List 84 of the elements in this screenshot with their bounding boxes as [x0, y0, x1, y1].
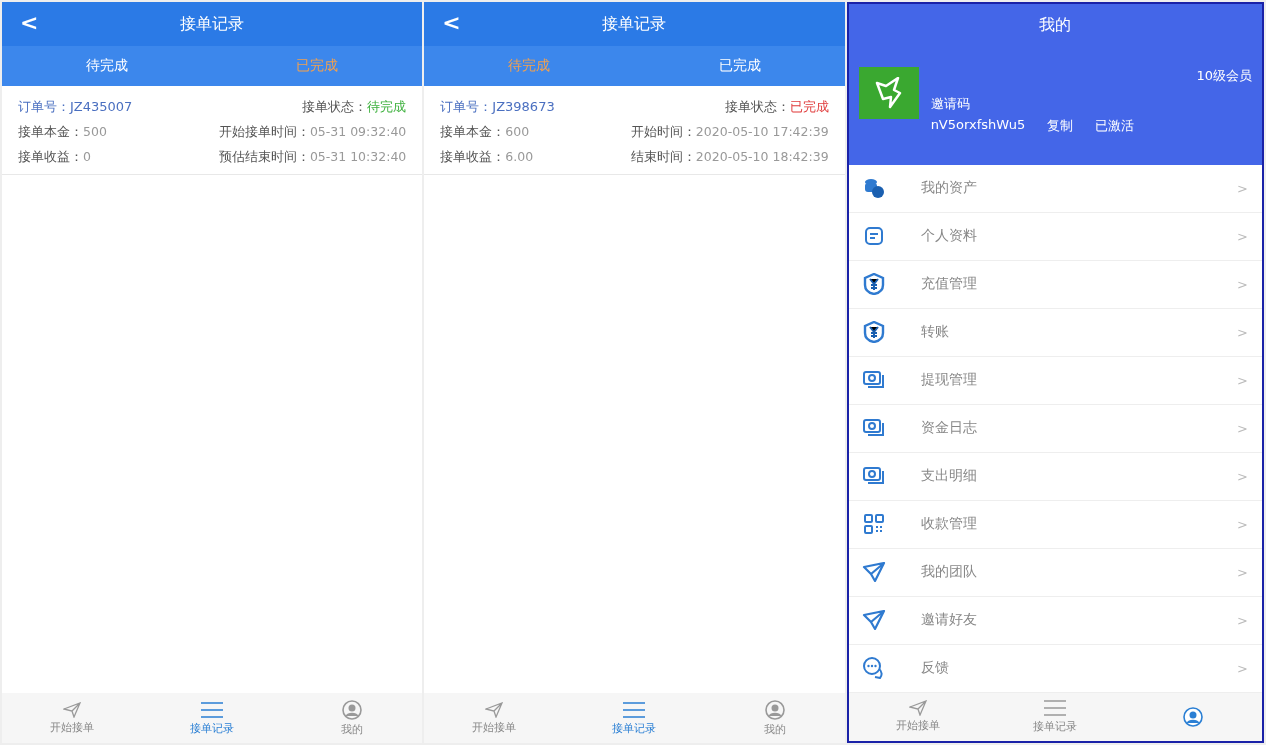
- nav-tab[interactable]: 我的: [704, 699, 845, 737]
- field-label: 开始时间：: [630, 124, 696, 139]
- field-label: 接单收益：: [440, 149, 506, 164]
- chevron-icon: >: [1237, 372, 1248, 388]
- nav-tab[interactable]: 接单记录: [142, 700, 283, 736]
- back-button[interactable]: <: [438, 10, 465, 35]
- menu-item[interactable]: 资金日志 >: [848, 404, 1262, 453]
- menu-item[interactable]: 提现管理 >: [848, 356, 1262, 405]
- menu-item[interactable]: 邀请好友 >: [848, 596, 1262, 645]
- cash-icon: [861, 370, 886, 391]
- page-title: 我的: [1039, 14, 1072, 36]
- menu-icon: [200, 700, 225, 719]
- member-level: 10级会员: [1196, 66, 1252, 85]
- paper-plane-icon: [908, 700, 927, 717]
- field-label: 接单本金：: [18, 124, 83, 139]
- menu-item[interactable]: 我的团队 >: [848, 548, 1262, 597]
- cash-icon: [861, 418, 886, 439]
- page-title: 接单记录: [180, 13, 245, 35]
- status-label: 接单状态：: [724, 98, 790, 114]
- menu-item[interactable]: 充值管理 >: [848, 260, 1262, 309]
- field-value: 2020-05-10 18:42:39: [695, 149, 829, 164]
- nav-tab[interactable]: 我的: [282, 699, 423, 737]
- menu-item[interactable]: 收款管理 >: [848, 500, 1262, 549]
- field-value: 0: [83, 149, 91, 164]
- chevron-icon: >: [1237, 564, 1248, 580]
- chevron-icon: >: [1237, 612, 1248, 628]
- user-icon: [764, 699, 785, 720]
- yen-shield-icon: [862, 321, 885, 344]
- field-label: 开始接单时间：: [218, 124, 310, 139]
- chevron-icon: >: [1237, 276, 1248, 292]
- order-number: 订单号：JZ435007: [18, 98, 133, 116]
- order-status: 已完成: [789, 98, 829, 114]
- chevron-icon: >: [1237, 660, 1248, 676]
- paper-plane-icon: [861, 562, 886, 583]
- chevron-icon: >: [1237, 180, 1248, 196]
- qr-code-icon: [863, 514, 884, 535]
- menu-item[interactable]: 反馈 >: [848, 644, 1262, 693]
- menu-item[interactable]: 我的资产 >: [848, 164, 1262, 213]
- lightning-logo-icon: [873, 76, 904, 109]
- paper-plane-icon: [485, 701, 504, 718]
- menu-item[interactable]: 支出明细 >: [848, 452, 1262, 501]
- paper-plane-icon: [63, 701, 82, 718]
- order-number: 订单号：JZ398673: [440, 98, 555, 116]
- chevron-icon: >: [1237, 516, 1248, 532]
- invite-code: nV5orxfshWu5: [930, 116, 1026, 134]
- activation-status: 已激活: [1095, 116, 1135, 135]
- coin-stack-icon: [862, 177, 885, 200]
- nav-tab[interactable]: 接单记录: [564, 700, 705, 736]
- field-value: 500: [83, 124, 107, 139]
- field-value: 6.00: [505, 149, 534, 164]
- tab[interactable]: 待完成: [2, 46, 213, 86]
- field-value: 2020-05-10 17:42:39: [695, 124, 829, 139]
- field-value: 05-31 10:32:40: [309, 149, 407, 164]
- field-value: 600: [505, 124, 530, 139]
- user-icon: [342, 699, 363, 720]
- yen-shield-icon: [862, 273, 885, 296]
- chevron-icon: >: [1237, 468, 1248, 484]
- field-label: 结束时间：: [630, 149, 696, 164]
- nav-tab[interactable]: 开始接单: [2, 701, 143, 735]
- field-label: 接单收益：: [18, 149, 83, 164]
- tab[interactable]: 已完成: [634, 46, 845, 86]
- back-button[interactable]: <: [16, 10, 43, 35]
- menu-item[interactable]: 转账 >: [848, 308, 1262, 357]
- chevron-icon: >: [1237, 420, 1248, 436]
- menu-icon: [622, 700, 647, 719]
- nav-tab[interactable]: 开始接单: [424, 701, 565, 735]
- order-status: 待完成: [367, 98, 407, 114]
- chevron-icon: >: [1237, 324, 1248, 340]
- nav-tab[interactable]: 开始接单: [848, 700, 987, 734]
- field-label: 预估结束时间：: [218, 149, 310, 164]
- invite-code-label: 邀请码: [930, 94, 971, 113]
- nav-tab[interactable]: 接单记录: [986, 699, 1125, 735]
- status-label: 接单状态：: [302, 98, 368, 114]
- menu-item[interactable]: 个人资料 >: [848, 212, 1262, 261]
- field-label: 接单本金：: [440, 124, 506, 139]
- field-value: 05-31 09:32:40: [309, 124, 407, 139]
- cash-icon: [861, 466, 886, 487]
- copy-link[interactable]: 复制: [1047, 116, 1074, 135]
- chevron-icon: >: [1237, 228, 1248, 244]
- paper-plane-icon: [861, 610, 886, 631]
- user-icon: [1183, 706, 1204, 727]
- menu-icon: [1043, 699, 1068, 718]
- page-title: 接单记录: [602, 13, 667, 35]
- document-icon: [863, 226, 884, 247]
